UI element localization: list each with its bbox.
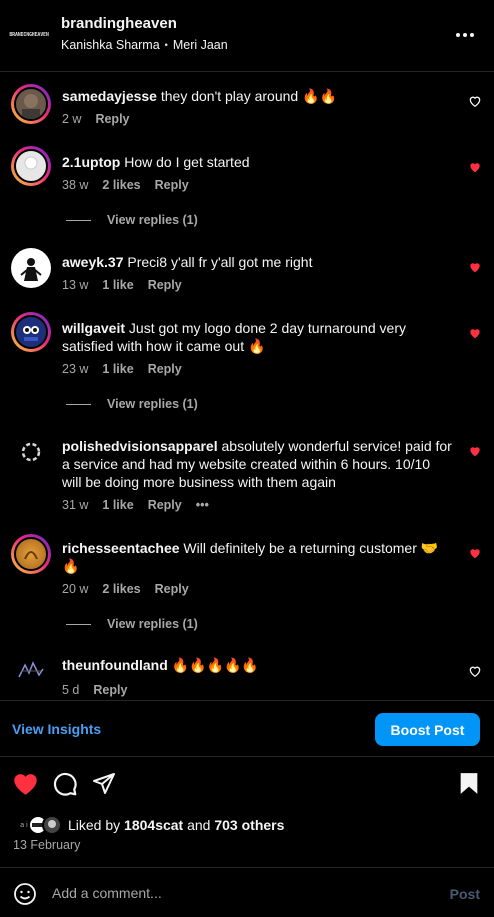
audio-info[interactable]: Kanishka Sharma • Meri Jaan [61, 38, 228, 52]
more-options-icon[interactable] [454, 24, 476, 46]
post-comment-button[interactable]: Post [450, 886, 480, 902]
comment-body: samedayjesse they don't play around 🔥🔥 [62, 87, 452, 105]
comment-time: 13 w [62, 278, 89, 292]
heart-filled-icon[interactable] [12, 771, 39, 796]
separator-dot: • [164, 40, 168, 50]
liker-avatar [42, 815, 62, 835]
heart-filled-icon[interactable] [468, 444, 482, 458]
reply-button[interactable]: Reply [148, 362, 182, 376]
comment-username[interactable]: 2.1uptop [62, 154, 120, 170]
logo-text: BRANDINGHEAVEN [9, 32, 49, 38]
reply-button[interactable]: Reply [95, 112, 129, 126]
comment-username[interactable]: richesseentachee [62, 540, 180, 556]
comment-time: 2 w [62, 112, 82, 126]
comment-time: 5 d [62, 683, 80, 697]
view-replies-label: View replies (1) [107, 213, 198, 227]
comment-text: they don't play around 🔥🔥 [160, 88, 337, 104]
heart-outline-icon[interactable] [468, 664, 482, 678]
insights-bar: View Insights Boost Post [0, 700, 494, 757]
heart-filled-icon[interactable] [468, 260, 482, 274]
comment-body: theunfoundland 🔥🔥🔥🔥🔥 [62, 656, 452, 674]
post-header: BRANDINGHEAVEN brandingheaven Kanishka S… [0, 0, 494, 72]
comment-meta: 5 d Reply [62, 683, 141, 697]
comment-body: willgaveit Just got my logo done 2 day t… [62, 319, 452, 355]
comment-username[interactable]: aweyk.37 [62, 254, 124, 270]
likes-mid: and [187, 817, 211, 833]
view-replies-label: View replies (1) [107, 397, 198, 411]
reply-button[interactable]: Reply [155, 582, 189, 596]
comment-meta: 2 w Reply [62, 112, 144, 126]
comment-text: How do I get started [124, 154, 250, 170]
comment-text: Preci8 y'all fr y'all got me right [127, 254, 313, 270]
view-replies-button[interactable]: View replies (1) [66, 617, 198, 631]
reply-button[interactable]: Reply [148, 498, 182, 512]
comment-username[interactable]: samedayjesse [62, 88, 157, 104]
likes-count[interactable]: 1 like [102, 498, 133, 512]
comment-meta: 23 w 1 like Reply [62, 362, 196, 376]
view-replies-button[interactable]: View replies (1) [66, 397, 198, 411]
likes-summary[interactable]: a i Liked by 1804scat and 703 others [14, 814, 284, 836]
comment-time: 23 w [62, 362, 89, 376]
comment-time: 31 w [62, 498, 89, 512]
view-insights-link[interactable]: View Insights [12, 721, 101, 737]
comment-icon[interactable] [52, 771, 78, 797]
author-name: Kanishka Sharma [61, 38, 160, 52]
emoji-icon[interactable] [13, 882, 37, 906]
likes-others[interactable]: 703 others [214, 817, 284, 833]
likes-count[interactable]: 1 like [102, 362, 133, 376]
comment-more-button[interactable]: ••• [196, 498, 209, 512]
comment-username[interactable]: theunfoundland [62, 657, 168, 673]
heart-filled-icon[interactable] [468, 326, 482, 340]
post-date: 13 February [13, 838, 81, 852]
likes-prefix: Liked by [68, 817, 121, 833]
comment-body: 2.1uptop How do I get started [62, 153, 452, 171]
likes-count[interactable]: 2 likes [102, 178, 140, 192]
commenter-avatar[interactable] [11, 432, 51, 472]
comment-time: 20 w [62, 582, 89, 596]
likes-count[interactable]: 2 likes [102, 582, 140, 596]
commenter-avatar[interactable] [11, 312, 51, 352]
view-replies-button[interactable]: View replies (1) [66, 213, 198, 227]
song-name: Meri Jaan [172, 38, 228, 52]
heart-filled-icon[interactable] [468, 546, 482, 560]
boost-post-button[interactable]: Boost Post [375, 713, 480, 746]
comment-body: aweyk.37 Preci8 y'all fr y'all got me ri… [62, 253, 452, 271]
commenter-avatar[interactable] [11, 534, 51, 574]
comment-username[interactable]: willgaveit [62, 320, 125, 336]
likes-text: Liked by 1804scat and 703 others [68, 817, 284, 833]
likes-count[interactable]: 1 like [102, 278, 133, 292]
comment-meta: 13 w 1 like Reply [62, 278, 196, 292]
commenter-avatar[interactable] [11, 248, 51, 288]
reply-button[interactable]: Reply [93, 683, 127, 697]
view-replies-label: View replies (1) [107, 617, 198, 631]
commenter-avatar[interactable] [11, 84, 51, 124]
comment-time: 38 w [62, 178, 89, 192]
commenter-avatar[interactable] [11, 649, 51, 689]
comment-body: polishedvisionsapparel absolutely wonder… [62, 437, 452, 491]
comment-bar: Post [0, 867, 494, 917]
bookmark-filled-icon[interactable] [458, 771, 480, 796]
comment-meta: 20 w 2 likes Reply [62, 582, 203, 596]
heart-outline-icon[interactable] [468, 94, 482, 108]
share-icon[interactable] [92, 771, 116, 795]
comment-username[interactable]: polishedvisionsapparel [62, 438, 218, 454]
reply-button[interactable]: Reply [155, 178, 189, 192]
comment-meta: 38 w 2 likes Reply [62, 178, 203, 192]
account-avatar[interactable]: BRANDINGHEAVEN [9, 24, 49, 46]
commenter-avatar[interactable] [11, 146, 51, 186]
comment-input[interactable] [52, 882, 412, 904]
comment-text: 🔥🔥🔥🔥🔥 [171, 657, 259, 673]
comment-meta: 31 w 1 like Reply ••• [62, 498, 223, 512]
reply-button[interactable]: Reply [148, 278, 182, 292]
comment-body: richesseentachee Will definitely be a re… [62, 539, 452, 575]
liker-username[interactable]: 1804scat [124, 817, 183, 833]
heart-filled-icon[interactable] [468, 160, 482, 174]
account-name[interactable]: brandingheaven [61, 15, 177, 32]
